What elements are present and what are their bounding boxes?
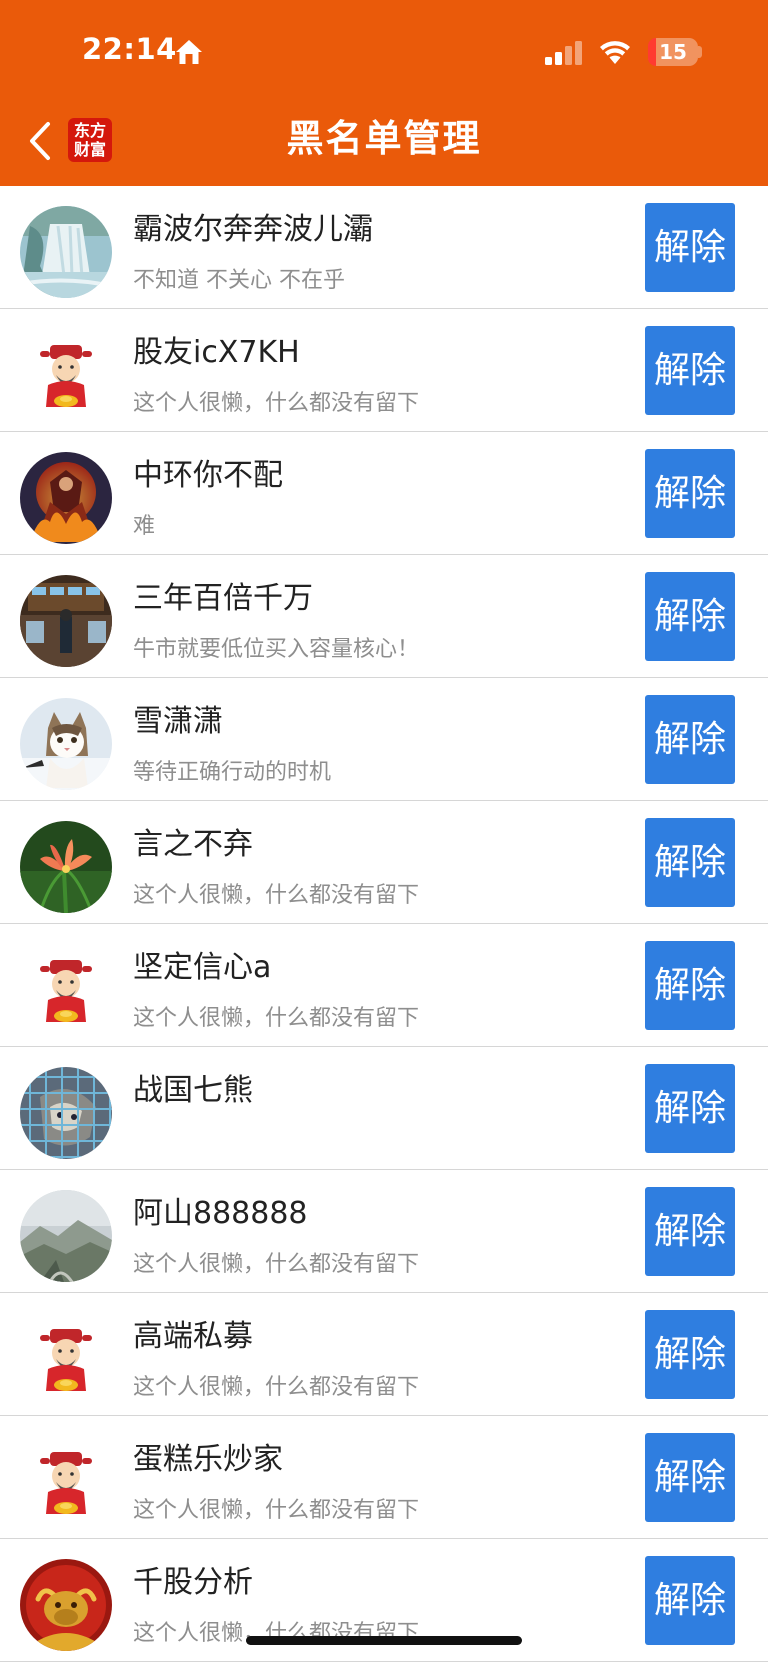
unblock-button[interactable]: 解除: [645, 326, 735, 415]
avatar-warrior: [20, 452, 112, 544]
blocked-user-row: 阿山888888 这个人很懒，什么都没有留下 解除: [0, 1170, 768, 1293]
blocked-user-row: 三年百倍千万 牛市就要低位买入容量核心！ 解除: [0, 555, 768, 678]
unblock-button[interactable]: 解除: [645, 449, 735, 538]
unblock-button[interactable]: 解除: [645, 1556, 735, 1645]
blocked-user-list: 霸波尔奔奔波儿灞 不知道 不关心 不在乎 解除 股友icX7KH 这个人很懒，什…: [0, 186, 768, 1662]
avatar-image: [20, 206, 112, 298]
blocked-user-row: 蛋糕乐炒家 这个人很懒，什么都没有留下 解除: [0, 1416, 768, 1539]
unblock-button[interactable]: 解除: [645, 1433, 735, 1522]
avatar-image: [20, 1436, 112, 1528]
status-time: 22:14: [82, 32, 177, 66]
avatar-image: [20, 1313, 112, 1405]
user-bio: 这个人很懒，什么都没有留下: [133, 1252, 420, 1277]
home-icon: [176, 40, 202, 64]
user-name: 战国七熊: [133, 1073, 253, 1108]
blocked-user-row: 雪潇潇 等待正确行动的时机 解除: [0, 678, 768, 801]
unblock-button[interactable]: 解除: [645, 203, 735, 292]
unblock-button[interactable]: 解除: [645, 1187, 735, 1276]
user-bio: 这个人很懒，什么都没有留下: [133, 1498, 420, 1523]
avatar-image: [20, 1559, 112, 1651]
user-name: 蛋糕乐炒家: [133, 1442, 283, 1477]
battery-tip: [698, 46, 702, 58]
avatar-cat-snow: [20, 698, 112, 790]
blocked-user-row: 股友icX7KH 这个人很懒，什么都没有留下 解除: [0, 309, 768, 432]
unblock-button[interactable]: 解除: [645, 941, 735, 1030]
blocked-user-row: 中环你不配 难 解除: [0, 432, 768, 555]
unblock-button[interactable]: 解除: [645, 1064, 735, 1153]
home-indicator: [246, 1636, 522, 1645]
wifi-icon: [600, 41, 630, 64]
avatar-image: [20, 329, 112, 421]
avatar-image: [20, 575, 112, 667]
avatar-mountain: [20, 1190, 112, 1282]
user-bio: 难: [133, 514, 156, 539]
avatar-waterfall: [20, 206, 112, 298]
avatar-image: [20, 821, 112, 913]
blocked-user-row: 霸波尔奔奔波儿灞 不知道 不关心 不在乎 解除: [0, 186, 768, 309]
user-bio: 这个人很懒，什么都没有留下: [133, 1006, 420, 1031]
blocked-user-row: 坚定信心a 这个人很懒，什么都没有留下 解除: [0, 924, 768, 1047]
avatar-image: [20, 698, 112, 790]
user-name: 坚定信心a: [133, 950, 272, 985]
avatar-fortune-god: [20, 944, 112, 1036]
user-bio: 不知道 不关心 不在乎: [133, 268, 345, 293]
unblock-button[interactable]: 解除: [645, 818, 735, 907]
user-name: 高端私募: [133, 1319, 253, 1354]
blocked-user-row: 言之不弃 这个人很懒，什么都没有留下 解除: [0, 801, 768, 924]
avatar-image: [20, 1190, 112, 1282]
avatar-image: [20, 1067, 112, 1159]
user-name: 三年百倍千万: [133, 581, 313, 616]
avatar-golden-bull: [20, 1559, 112, 1651]
unblock-button[interactable]: 解除: [645, 695, 735, 784]
avatar-cat-cage: [20, 1067, 112, 1159]
avatar-image: [20, 452, 112, 544]
battery-indicator: 15: [648, 38, 698, 66]
user-name: 阿山888888: [133, 1196, 308, 1231]
user-name: 股友icX7KH: [133, 335, 300, 370]
user-name: 千股分析: [133, 1565, 253, 1600]
app-header: 22:14 15 东方 财富 黑名单管理: [0, 0, 768, 186]
avatar-trading-floor: [20, 575, 112, 667]
avatar-fortune-god: [20, 1313, 112, 1405]
user-name: 霸波尔奔奔波儿灞: [133, 212, 373, 247]
unblock-button[interactable]: 解除: [645, 1310, 735, 1399]
blocked-user-row: 高端私募 这个人很懒，什么都没有留下 解除: [0, 1293, 768, 1416]
avatar-fortune-god: [20, 329, 112, 421]
user-bio: 这个人很懒，什么都没有留下: [133, 883, 420, 908]
unblock-button[interactable]: 解除: [645, 572, 735, 661]
user-bio: 等待正确行动的时机: [133, 760, 332, 785]
battery-level: 15: [659, 40, 687, 64]
blocked-user-row: 战国七熊 解除: [0, 1047, 768, 1170]
user-name: 言之不弃: [133, 827, 253, 862]
cellular-signal-icon: [545, 41, 582, 65]
user-bio: 这个人很懒，什么都没有留下: [133, 391, 420, 416]
avatar-fortune-god: [20, 1436, 112, 1528]
user-name: 中环你不配: [133, 458, 283, 493]
user-bio: 这个人很懒，什么都没有留下: [133, 1375, 420, 1400]
avatar-flower: [20, 821, 112, 913]
user-bio: 牛市就要低位买入容量核心！: [133, 637, 420, 662]
user-name: 雪潇潇: [133, 704, 223, 739]
avatar-image: [20, 944, 112, 1036]
page-title: 黑名单管理: [286, 117, 482, 160]
